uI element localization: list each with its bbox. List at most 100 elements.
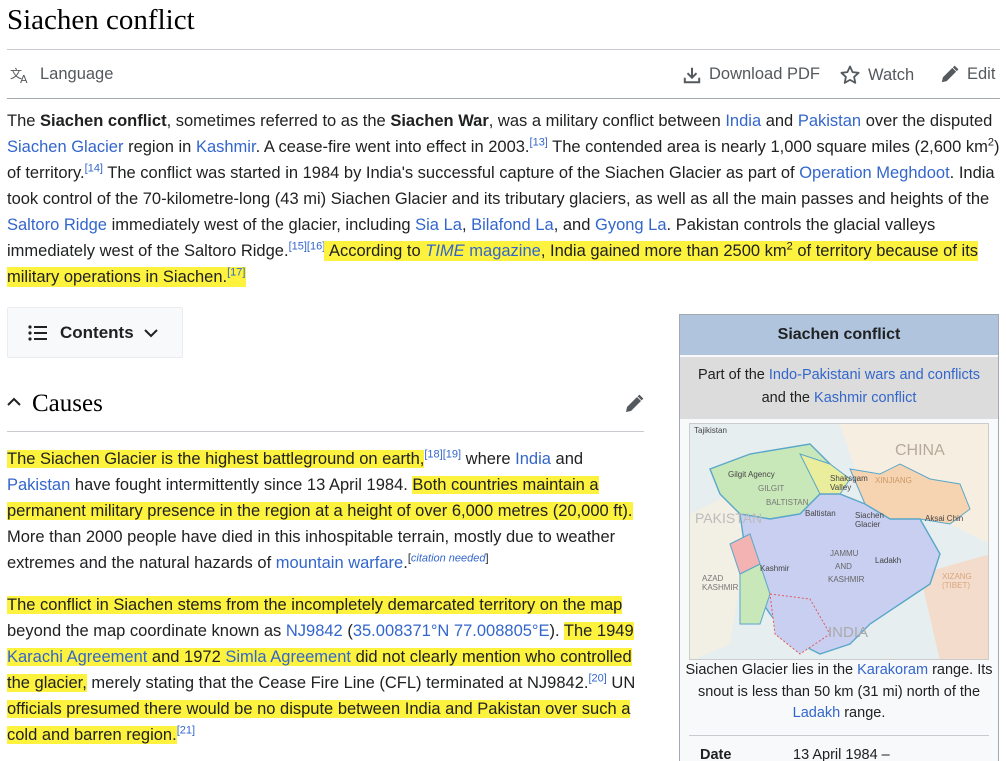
pencil-icon [941,65,959,83]
link-india[interactable]: India [515,450,551,468]
language-label: Language [40,65,114,83]
body-text: have fought intermittently since 13 Apri… [70,476,413,494]
body-text: beyond the map coordinate known as [7,622,286,640]
link-time-magazine-label: magazine [464,242,541,260]
link-karachi-agreement[interactable]: Karachi Agreement [7,648,147,666]
highlight-segment: , India gained more than 2500 km [540,242,787,260]
infobox-divider [689,735,989,736]
lead-text: over the disputed [861,112,993,130]
citation-needed-link[interactable]: citation needed [411,553,486,565]
infobox-part-of: Part of the Indo-Pakistani wars and conf… [680,357,998,419]
map-label: GILGIT [758,484,785,493]
reference-16[interactable]: [16] [307,241,325,253]
map-label: XIZANG (TIBET) [942,572,972,590]
highlighted-text: The Siachen Glacier is the highest battl… [7,450,425,468]
link-kashmir[interactable]: Kashmir [196,138,256,156]
map-label: Ladakh [875,556,902,565]
lead-text: region in [123,138,196,156]
link-coordinates[interactable]: 35.008371°N 77.008805°E [353,622,550,640]
link-siachen-glacier[interactable]: Siachen Glacier [7,138,123,156]
infobox-title: Siachen conflict [680,315,998,355]
map-label: KASHMIR [828,575,865,584]
caption-text: Siachen Glacier lies in the [685,662,858,678]
link-time-magazine[interactable]: TIME magazine [425,242,541,260]
link-sia-la[interactable]: Sia La [415,216,462,234]
edit-section-pencil-icon[interactable] [624,394,644,414]
link-simla-agreement[interactable]: Simla Agreement [225,648,351,666]
link-nj9842[interactable]: NJ9842 [286,622,343,640]
link-operation-meghdoot[interactable]: Operation Meghdoot [799,164,949,182]
watch-label: Watch [868,65,915,84]
edit-label: Edit [967,65,996,83]
body-text: ( [342,622,353,640]
map-label: Gilgit Agency [728,470,775,479]
download-pdf-button[interactable]: Download PDF [683,65,820,84]
map-label: INDIA [828,624,869,641]
highlighted-text: officials presumed there would be no dis… [7,700,631,744]
causes-paragraph-1: The Siachen Glacier is the highest battl… [7,446,647,576]
highlighted-text: The conflict in Siachen stems from the i… [7,596,623,614]
map-label: Kashmir [760,564,790,573]
toolbar-divider [7,98,1000,99]
link-india[interactable]: India [725,112,761,130]
map-label: Shaksgam Valley [830,474,868,492]
body-text: and [550,450,584,468]
page-title: Siachen conflict [7,4,195,36]
link-pakistan[interactable]: Pakistan [7,476,70,494]
reference-17[interactable]: [17] [227,267,245,279]
kashmir-map[interactable]: Tajikistan CHINA PAKISTAN INDIA Gilgit A… [689,423,989,660]
infobox-text: and the [761,390,815,406]
section-title: Causes [32,390,103,417]
reference-14[interactable]: [14] [85,163,103,175]
reference-15[interactable]: [15] [289,241,307,253]
watch-button[interactable]: Watch [840,65,914,85]
section-heading-causes: Causes [7,388,644,432]
link-mountain-warfare[interactable]: mountain warfare [276,554,403,572]
reference-21[interactable]: [21] [177,725,195,737]
lead-paragraph: The Siachen conflict, sometimes referred… [7,108,1000,290]
list-icon [28,324,47,341]
lead-text: The conflict was started in 1984 by Indi… [103,164,800,182]
lead-text: The [7,112,41,130]
infobox-date-value: 13 April 1984 – [793,747,890,761]
reference-18[interactable]: [18] [424,449,442,461]
infobox: Siachen conflict Part of the Indo-Pakist… [679,314,999,761]
reference-20[interactable]: [20] [588,673,606,685]
causes-paragraph-2: The conflict in Siachen stems from the i… [7,592,647,748]
svg-text:A: A [20,73,28,84]
chevron-up-icon[interactable] [7,397,21,407]
star-icon [840,65,860,84]
link-kashmir-conflict[interactable]: Kashmir conflict [814,390,916,406]
bold-term: Siachen War [390,112,489,130]
lead-text: The contended area is nearly 1,000 squar… [547,138,988,156]
edit-button[interactable]: Edit [940,65,995,84]
language-icon: 文A [10,66,28,84]
link-pakistan[interactable]: Pakistan [798,112,861,130]
body-text: where [461,450,516,468]
link-gyong-la[interactable]: Gyong La [595,216,667,234]
map-label: Aksai Chin [925,514,964,523]
infobox-text: Part of the [697,367,769,383]
lead-text: , was a military conflict between [488,112,726,130]
link-bilafond-la[interactable]: Bilafond La [471,216,554,234]
reference-19[interactable]: [19] [443,449,461,461]
contents-toggle[interactable]: Contents [7,307,183,358]
map-label: Baltistan [805,509,836,518]
body-text: ). [549,622,564,640]
map-label: JAMMU [830,549,859,558]
map-label: AZAD KASHMIR [702,574,739,592]
infobox-date-label: Date [700,747,732,761]
map-label: PAKISTAN [695,510,763,526]
link-karakoram[interactable]: Karakoram [857,662,928,678]
lead-text: , [461,216,472,234]
body-text: merely stating that the Cease Fire Line … [86,674,589,692]
bold-term: Siachen conflict [40,112,167,130]
reference-13[interactable]: [13] [530,137,548,149]
link-ladakh[interactable]: Ladakh [793,705,841,721]
highlight-segment: According to [325,242,426,260]
link-saltoro-ridge[interactable]: Saltoro Ridge [7,216,107,234]
language-button[interactable]: 文A Language [10,65,113,84]
page-toolbar: 文A Language Download PDF Watch Edit [0,55,1006,97]
link-indo-pakistani-wars[interactable]: Indo-Pakistani wars and conflicts [769,367,980,383]
infobox-map-caption: Siachen Glacier lies in the Karakoram ra… [680,660,998,725]
